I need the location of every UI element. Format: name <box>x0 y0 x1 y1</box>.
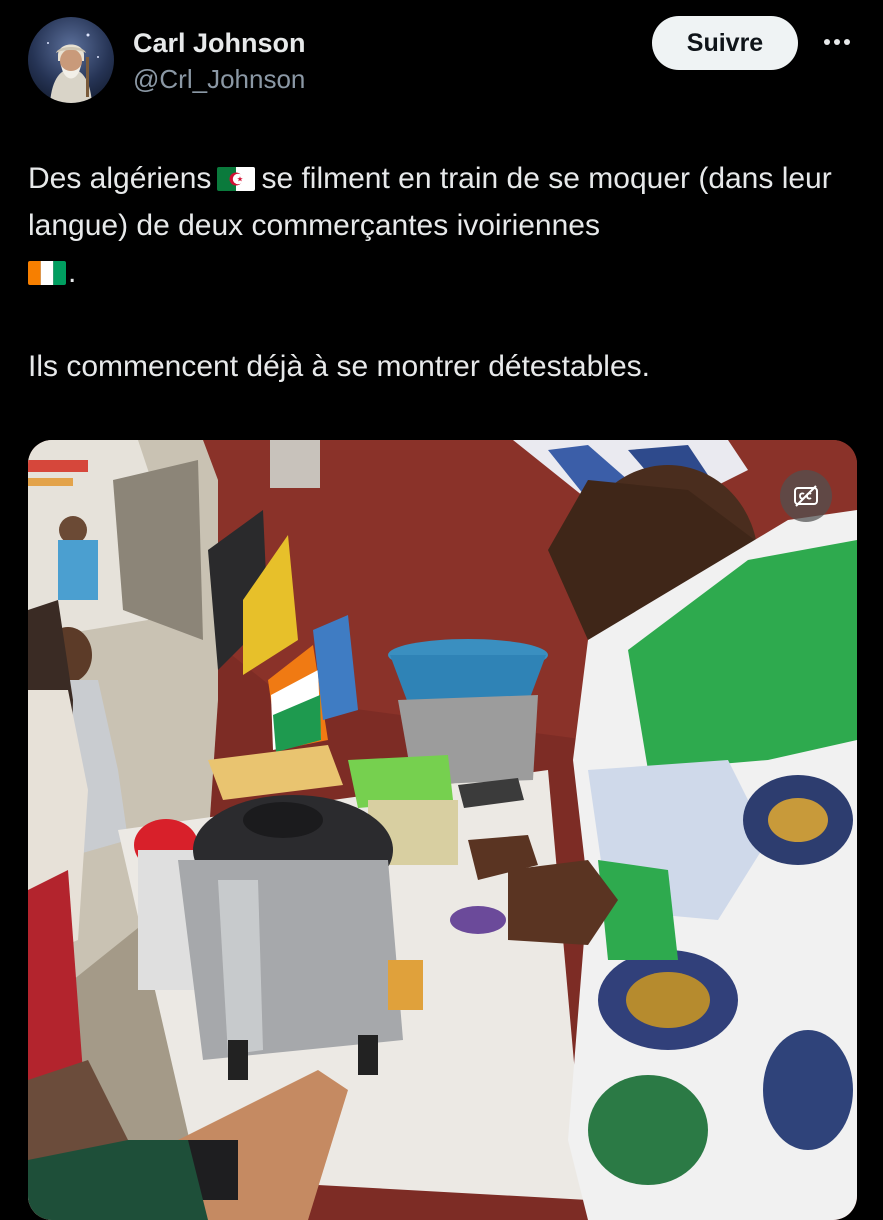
tweet-paragraph-1: Des algériens se filment en train de se m… <box>28 155 858 296</box>
author-handle[interactable]: @Crl_Johnson <box>133 63 305 95</box>
algeria-flag-icon <box>217 167 256 191</box>
tweet-text: Des algériens se filment en train de se m… <box>28 155 858 390</box>
captions-toggle-button[interactable] <box>780 470 832 522</box>
video-thumbnail <box>28 440 857 1220</box>
tweet-paragraph-2: Ils commencent déjà à se montrer détesta… <box>28 350 650 383</box>
tweet-text-segment: . <box>68 256 77 289</box>
avatar-wizard-icon <box>47 33 99 103</box>
cote-divoire-flag-icon <box>28 261 66 285</box>
author-display-name[interactable]: Carl Johnson <box>133 26 306 60</box>
more-options-button[interactable] <box>812 22 862 62</box>
tweet-video[interactable] <box>28 440 857 1220</box>
follow-button[interactable]: Suivre <box>652 16 798 70</box>
closed-captions-off-icon <box>794 485 818 507</box>
tweet-text-segment: Des algériens <box>28 162 212 195</box>
more-horizontal-icon <box>824 39 850 45</box>
author-avatar[interactable] <box>28 17 114 103</box>
